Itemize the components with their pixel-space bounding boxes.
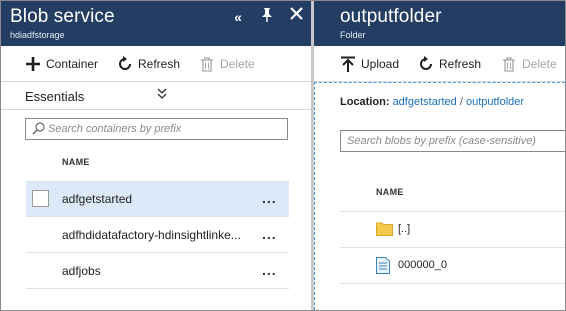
outputfolder-blade: outputfolder Folder Upload Refresh Delet… — [314, 1, 565, 310]
breadcrumb-link-folder[interactable]: outputfolder — [466, 96, 524, 108]
blob-service-toolbar: Container Refresh Delete — [1, 46, 311, 82]
essentials-label: Essentials — [25, 89, 85, 104]
refresh-icon — [116, 55, 134, 73]
file-icon — [376, 257, 390, 279]
name-column-header[interactable]: NAME — [376, 187, 404, 197]
blade-subtitle: Folder — [340, 30, 366, 40]
folder-icon — [376, 221, 393, 241]
blade-subtitle: hdiadfstorage — [10, 30, 65, 40]
row-checkbox[interactable] — [32, 190, 49, 207]
breadcrumb-separator: / — [459, 96, 463, 108]
chevron-double-down-icon — [157, 88, 167, 103]
container-search-box — [25, 118, 288, 140]
more-options-icon[interactable]: ... — [262, 262, 277, 278]
essentials-toggle[interactable]: Essentials — [1, 82, 311, 110]
container-name: adfhdidatafactory-hdinsightlinke... — [62, 228, 241, 242]
location-breadcrumb: Location: adfgetstarted / outputfolder — [340, 96, 524, 108]
list-item[interactable]: 000000_0 — [340, 248, 565, 284]
pin-icon — [262, 8, 272, 22]
blade-title: outputfolder — [340, 6, 442, 27]
blade-header: outputfolder Folder — [314, 1, 565, 46]
folder-toolbar: Upload Refresh Delete — [314, 46, 565, 82]
refresh-button[interactable]: Refresh — [417, 46, 481, 82]
container-name: adfjobs — [62, 264, 101, 278]
blob-service-blade: Blob service hdiadfstorage « Container R… — [1, 1, 311, 310]
container-search-input[interactable] — [48, 121, 284, 137]
more-options-icon[interactable]: ... — [262, 190, 277, 206]
pin-button[interactable] — [258, 7, 276, 27]
blob-search-box — [340, 130, 565, 152]
add-container-button[interactable]: Container — [24, 46, 98, 82]
refresh-button[interactable]: Refresh — [116, 46, 180, 82]
list-item[interactable]: [..] — [340, 212, 565, 248]
delete-button[interactable]: Delete — [198, 46, 255, 82]
container-row[interactable]: adfjobs ... — [26, 254, 289, 289]
name-column-header[interactable]: NAME — [62, 157, 90, 167]
delete-label: Delete — [522, 57, 557, 71]
refresh-icon — [417, 55, 435, 73]
refresh-label: Refresh — [138, 57, 181, 71]
blade-header: Blob service hdiadfstorage « — [1, 1, 311, 46]
more-options-icon[interactable]: ... — [262, 226, 277, 242]
add-container-label: Container — [46, 57, 99, 71]
refresh-label: Refresh — [439, 57, 482, 71]
double-chevron-left-icon: « — [234, 9, 242, 25]
trash-icon — [500, 55, 518, 73]
container-row[interactable]: adfhdidatafactory-hdinsightlinke... ... — [26, 218, 289, 253]
blade-title: Blob service — [10, 6, 115, 27]
trash-icon — [198, 55, 216, 73]
blob-search-input[interactable] — [347, 133, 565, 149]
location-label: Location: — [340, 96, 390, 108]
upload-label: Upload — [361, 57, 400, 71]
item-name: 000000_0 — [398, 259, 447, 271]
search-icon — [32, 122, 45, 140]
upload-button[interactable]: Upload — [339, 46, 399, 82]
container-name: adfgetstarted — [62, 192, 133, 206]
container-row[interactable]: adfgetstarted ... — [26, 182, 289, 217]
close-button[interactable] — [287, 7, 305, 27]
plus-icon — [24, 55, 42, 73]
item-name: [..] — [398, 223, 411, 235]
close-icon — [289, 7, 303, 20]
collapse-button[interactable]: « — [229, 7, 247, 27]
breadcrumb-link-container[interactable]: adfgetstarted — [393, 96, 457, 108]
upload-icon — [339, 55, 357, 73]
delete-label: Delete — [220, 57, 255, 71]
delete-button[interactable]: Delete — [500, 46, 557, 82]
